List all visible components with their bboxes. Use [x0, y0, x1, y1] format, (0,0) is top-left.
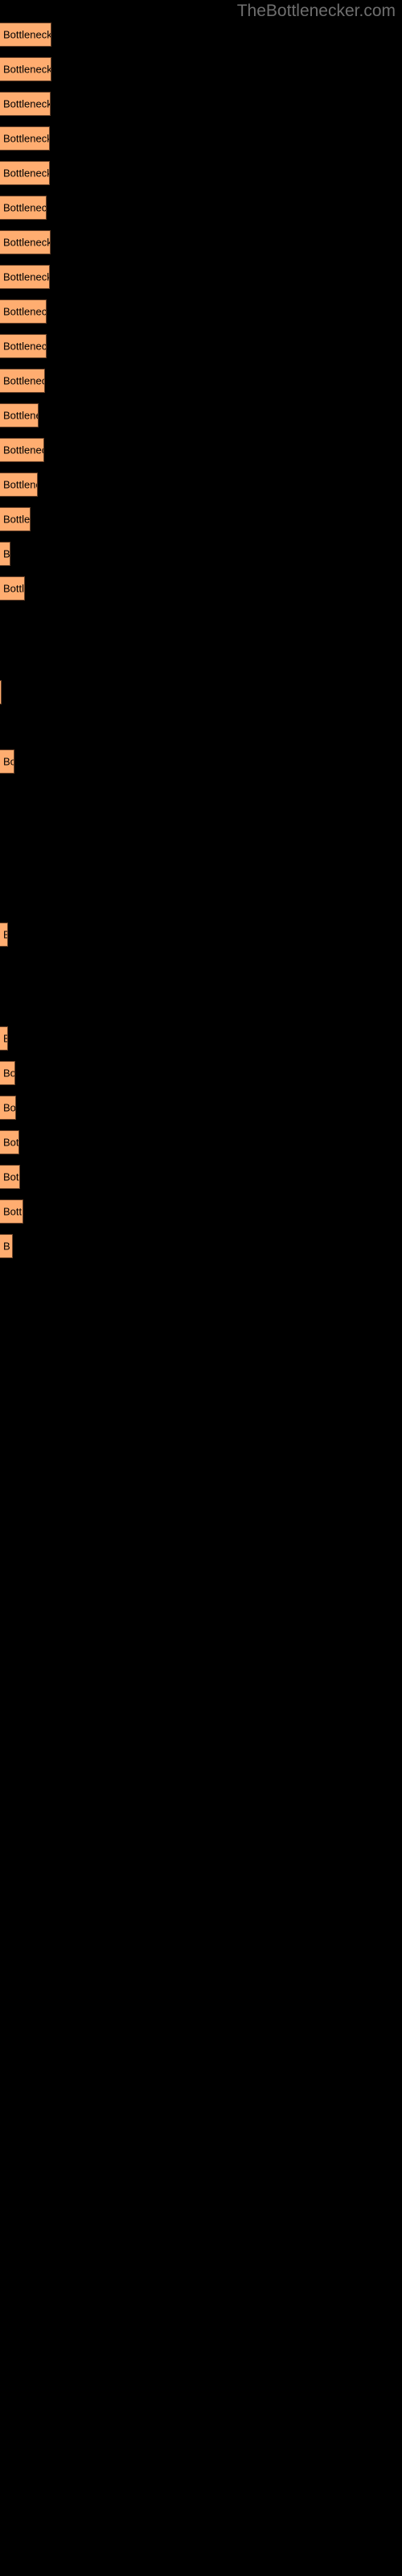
bar-row: Bottl: [0, 576, 402, 601]
bar-label: Bottler: [3, 513, 31, 526]
bar-row: Bottleneck r: [0, 438, 402, 462]
bar-label: Bot: [3, 1170, 19, 1183]
bar-row: Bottleneck result: [0, 92, 402, 116]
bar-row: Bottleneck re: [0, 196, 402, 220]
bar-label: Bottleneck res: [3, 167, 50, 180]
bar-label: Bo: [3, 1067, 15, 1080]
bar-label: Bottleneck res: [3, 270, 50, 283]
bar-row: Bottleneck result: [0, 23, 402, 47]
bar-label: Bottleneck r: [3, 374, 44, 387]
bar-label: Bottleneck res: [3, 236, 51, 249]
bar-10[interactable]: Bottleneck re: [0, 334, 47, 358]
bar-row: Bottleneck: [0, 403, 402, 427]
bar-3[interactable]: Bottleneck result: [0, 92, 51, 116]
bar-22[interactable]: Bo: [0, 749, 14, 774]
bar-row: Bott: [0, 1199, 402, 1224]
bar-label: Bottleneck result: [3, 63, 51, 76]
bar-row: B: [0, 923, 402, 947]
bar-12[interactable]: Bottleneck: [0, 403, 39, 427]
bar-label: B: [3, 1033, 7, 1045]
bar-17[interactable]: Bottl: [0, 576, 25, 601]
bar-label: Bot: [3, 1136, 19, 1149]
bar-label: Bottleneck res: [3, 132, 50, 145]
bar-27[interactable]: B: [0, 923, 8, 947]
bar-35[interactable]: Bott: [0, 1199, 23, 1224]
bar-7[interactable]: Bottleneck res: [0, 230, 51, 254]
bar-label: Bottleneck: [3, 409, 38, 422]
bar-4[interactable]: Bottleneck res: [0, 126, 50, 151]
bar-31[interactable]: Bo: [0, 1061, 15, 1085]
bar-1[interactable]: Bottleneck result: [0, 23, 51, 47]
bar-row: Bot: [0, 1130, 402, 1154]
bar-32[interactable]: Bo: [0, 1096, 16, 1120]
bar-label: Bottleneck re: [3, 305, 47, 318]
bar-label: Bottleneck re: [3, 340, 47, 353]
bar-label: Bottleneck r: [3, 444, 43, 456]
bar-11[interactable]: Bottleneck r: [0, 369, 45, 393]
bar-14[interactable]: Bottleneck: [0, 473, 38, 497]
bar-34[interactable]: Bot: [0, 1165, 20, 1189]
bar-row: Bottleneck result: [0, 57, 402, 81]
bar-row: B: [0, 1026, 402, 1051]
bar-label: Bott: [3, 1205, 23, 1218]
bar-row: Bottleneck r: [0, 369, 402, 393]
bar-13[interactable]: Bottleneck r: [0, 438, 44, 462]
bar-row: Bo: [0, 1061, 402, 1085]
bar-label: Bottleneck result: [3, 97, 51, 110]
bar-row: B: [0, 1234, 402, 1258]
bar-30[interactable]: B: [0, 1026, 8, 1051]
bar-row: Bot: [0, 1165, 402, 1189]
bottleneck-bar-chart: Bottleneck result Bottleneck result Bottle…: [0, 0, 402, 2576]
bar-label: Bo: [3, 1101, 16, 1114]
bar-label: Bottl: [3, 582, 25, 595]
bar-label: B: [3, 1240, 10, 1253]
bar-row: Bottleneck re: [0, 334, 402, 358]
bar-label: Bottleneck result: [3, 28, 51, 41]
bar-label: Bottleneck re: [3, 201, 47, 214]
bar-row: [0, 680, 402, 704]
bar-20[interactable]: [0, 680, 2, 704]
bar-label: Bo: [3, 755, 14, 768]
bar-row: Bottleneck res: [0, 230, 402, 254]
bar-15[interactable]: Bottler: [0, 507, 31, 531]
bar-label: B: [3, 929, 7, 941]
bar-row: Bo: [0, 749, 402, 774]
bar-9[interactable]: Bottleneck re: [0, 299, 47, 324]
bar-row: Bottleneck: [0, 473, 402, 497]
bar-row: Bottler: [0, 507, 402, 531]
bar-row: Bottleneck re: [0, 299, 402, 324]
bar-5[interactable]: Bottleneck res: [0, 161, 50, 185]
bar-6[interactable]: Bottleneck re: [0, 196, 47, 220]
bar-row: B: [0, 542, 402, 566]
bar-2[interactable]: Bottleneck result: [0, 57, 51, 81]
bar-row: Bottleneck res: [0, 161, 402, 185]
bar-8[interactable]: Bottleneck res: [0, 265, 50, 289]
bar-36[interactable]: B: [0, 1234, 13, 1258]
bar-row: Bo: [0, 1096, 402, 1120]
bar-16[interactable]: B: [0, 542, 10, 566]
bar-row: Bottleneck res: [0, 126, 402, 151]
bar-label: Bottleneck: [3, 478, 37, 491]
bar-label: B: [3, 547, 10, 560]
bar-33[interactable]: Bot: [0, 1130, 19, 1154]
bar-row: Bottleneck res: [0, 265, 402, 289]
